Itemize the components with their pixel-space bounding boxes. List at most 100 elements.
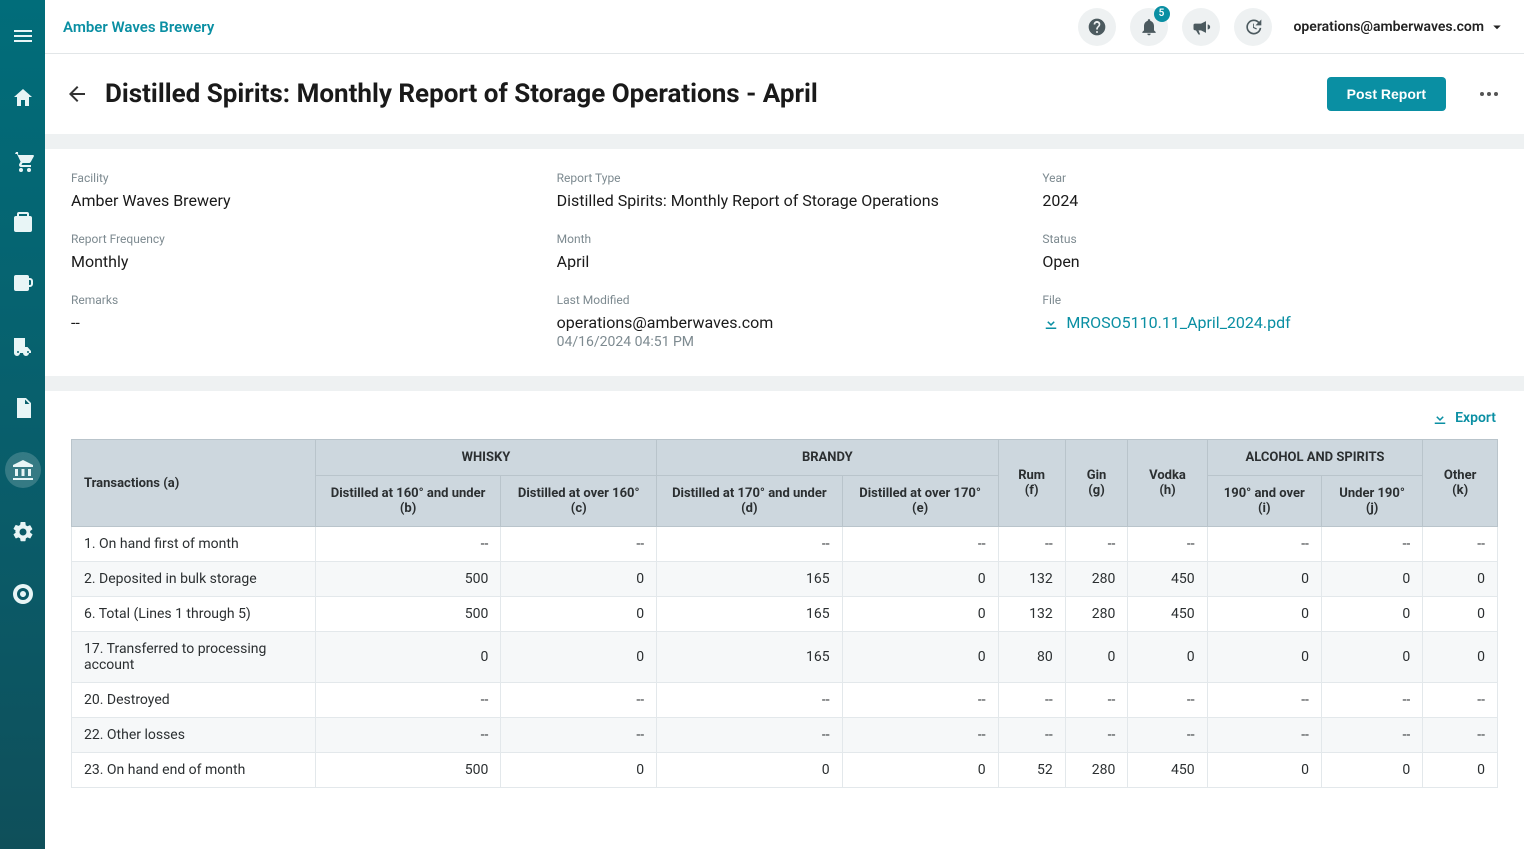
table-row: 6. Total (Lines 1 through 5)500016501322… — [72, 597, 1498, 632]
cell: -- — [998, 683, 1065, 718]
mug-icon — [11, 272, 35, 296]
help-icon — [1087, 17, 1107, 37]
more-actions-button[interactable] — [1472, 77, 1506, 111]
cell: 0 — [1321, 753, 1422, 788]
th-col-e: Distilled at over 170° (e) — [842, 476, 998, 527]
field-report-type: Report Type Distilled Spirits: Monthly R… — [557, 171, 1013, 210]
field-facility: Facility Amber Waves Brewery — [71, 171, 527, 210]
label-frequency: Report Frequency — [71, 232, 527, 246]
table-row: 22. Other losses-------------------- — [72, 718, 1498, 753]
cell: -- — [315, 683, 501, 718]
page-title: Distilled Spirits: Monthly Report of Sto… — [105, 79, 1313, 109]
arrow-left-icon — [65, 82, 89, 106]
user-menu[interactable]: operations@amberwaves.com — [1294, 18, 1507, 36]
cell: 0 — [1207, 753, 1321, 788]
nav-truck[interactable] — [5, 328, 41, 364]
truck-icon — [11, 334, 35, 358]
cell: -- — [1423, 527, 1498, 562]
help-button[interactable] — [1078, 8, 1116, 46]
cell: -- — [657, 527, 843, 562]
nav-compliance[interactable] — [5, 452, 41, 488]
export-button[interactable]: Export — [1431, 409, 1496, 427]
cell: -- — [1321, 527, 1422, 562]
table-row: 23. On hand end of month5000005228045000… — [72, 753, 1498, 788]
cell: -- — [1207, 683, 1321, 718]
row-label: 22. Other losses — [72, 718, 316, 753]
brand-link[interactable]: Amber Waves Brewery — [63, 18, 214, 36]
cell: 132 — [998, 597, 1065, 632]
cell: 0 — [1321, 632, 1422, 683]
cell: -- — [1065, 683, 1128, 718]
cell: 0 — [1321, 562, 1422, 597]
cell: 52 — [998, 753, 1065, 788]
cell: 500 — [315, 562, 501, 597]
th-alcohol: ALCOHOL AND SPIRITS — [1207, 440, 1423, 476]
nav-home[interactable] — [5, 80, 41, 116]
cell: 80 — [998, 632, 1065, 683]
cell: -- — [1128, 683, 1207, 718]
cell: -- — [501, 527, 657, 562]
nav-cart[interactable] — [5, 142, 41, 178]
cell: -- — [1423, 683, 1498, 718]
cell: 0 — [657, 753, 843, 788]
cell: 0 — [842, 632, 998, 683]
nav-help[interactable] — [5, 576, 41, 612]
cell: 0 — [1321, 597, 1422, 632]
cell: -- — [1423, 718, 1498, 753]
cell: 0 — [501, 753, 657, 788]
cell: 0 — [1423, 753, 1498, 788]
sidebar — [0, 0, 45, 849]
clipboard-icon — [11, 210, 35, 234]
history-button[interactable] — [1234, 8, 1272, 46]
table-row: 17. Transferred to processing account001… — [72, 632, 1498, 683]
back-button[interactable] — [63, 80, 91, 108]
gear-icon — [11, 520, 35, 544]
th-col-b: Distilled at 160° and under (b) — [315, 476, 501, 527]
cell: -- — [657, 718, 843, 753]
document-icon — [11, 396, 35, 420]
cell: -- — [315, 527, 501, 562]
cell: 280 — [1065, 597, 1128, 632]
cell: -- — [1065, 527, 1128, 562]
label-facility: Facility — [71, 171, 527, 185]
nav-brew[interactable] — [5, 266, 41, 302]
table-row: 1. On hand first of month---------------… — [72, 527, 1498, 562]
th-gin: Gin (g) — [1065, 440, 1128, 527]
cell: -- — [998, 718, 1065, 753]
post-report-button[interactable]: Post Report — [1327, 77, 1446, 111]
cell: 132 — [998, 562, 1065, 597]
cell: 280 — [1065, 753, 1128, 788]
field-last-modified: Last Modified operations@amberwaves.com … — [557, 293, 1013, 350]
cell: -- — [501, 718, 657, 753]
notifications-button[interactable]: 5 — [1130, 8, 1168, 46]
value-last-modified-by: operations@amberwaves.com — [557, 313, 1013, 332]
file-name: MROSO5110.11_April_2024.pdf — [1066, 313, 1290, 332]
download-icon — [1042, 314, 1060, 332]
cell: -- — [842, 527, 998, 562]
cell: -- — [501, 683, 657, 718]
more-horizontal-icon — [1477, 82, 1501, 106]
cell: 0 — [842, 562, 998, 597]
row-label: 23. On hand end of month — [72, 753, 316, 788]
menu-toggle[interactable] — [5, 18, 41, 54]
cell: -- — [1321, 683, 1422, 718]
cell: -- — [1128, 527, 1207, 562]
cell: 0 — [1207, 562, 1321, 597]
cell: -- — [1065, 718, 1128, 753]
cell: -- — [1207, 527, 1321, 562]
report-table: Transactions (a) WHISKY BRANDY Rum (f) G… — [71, 439, 1498, 788]
cell: -- — [1207, 718, 1321, 753]
cell: 0 — [1207, 597, 1321, 632]
announcements-button[interactable] — [1182, 8, 1220, 46]
nav-clipboard[interactable] — [5, 204, 41, 240]
history-icon — [1243, 17, 1263, 37]
cell: 450 — [1128, 597, 1207, 632]
row-label: 6. Total (Lines 1 through 5) — [72, 597, 316, 632]
th-vodka: Vodka (h) — [1128, 440, 1207, 527]
file-download-link[interactable]: MROSO5110.11_April_2024.pdf — [1042, 313, 1498, 332]
value-month: April — [557, 252, 1013, 271]
nav-document[interactable] — [5, 390, 41, 426]
cell: -- — [315, 718, 501, 753]
th-brandy: BRANDY — [657, 440, 999, 476]
nav-settings[interactable] — [5, 514, 41, 550]
